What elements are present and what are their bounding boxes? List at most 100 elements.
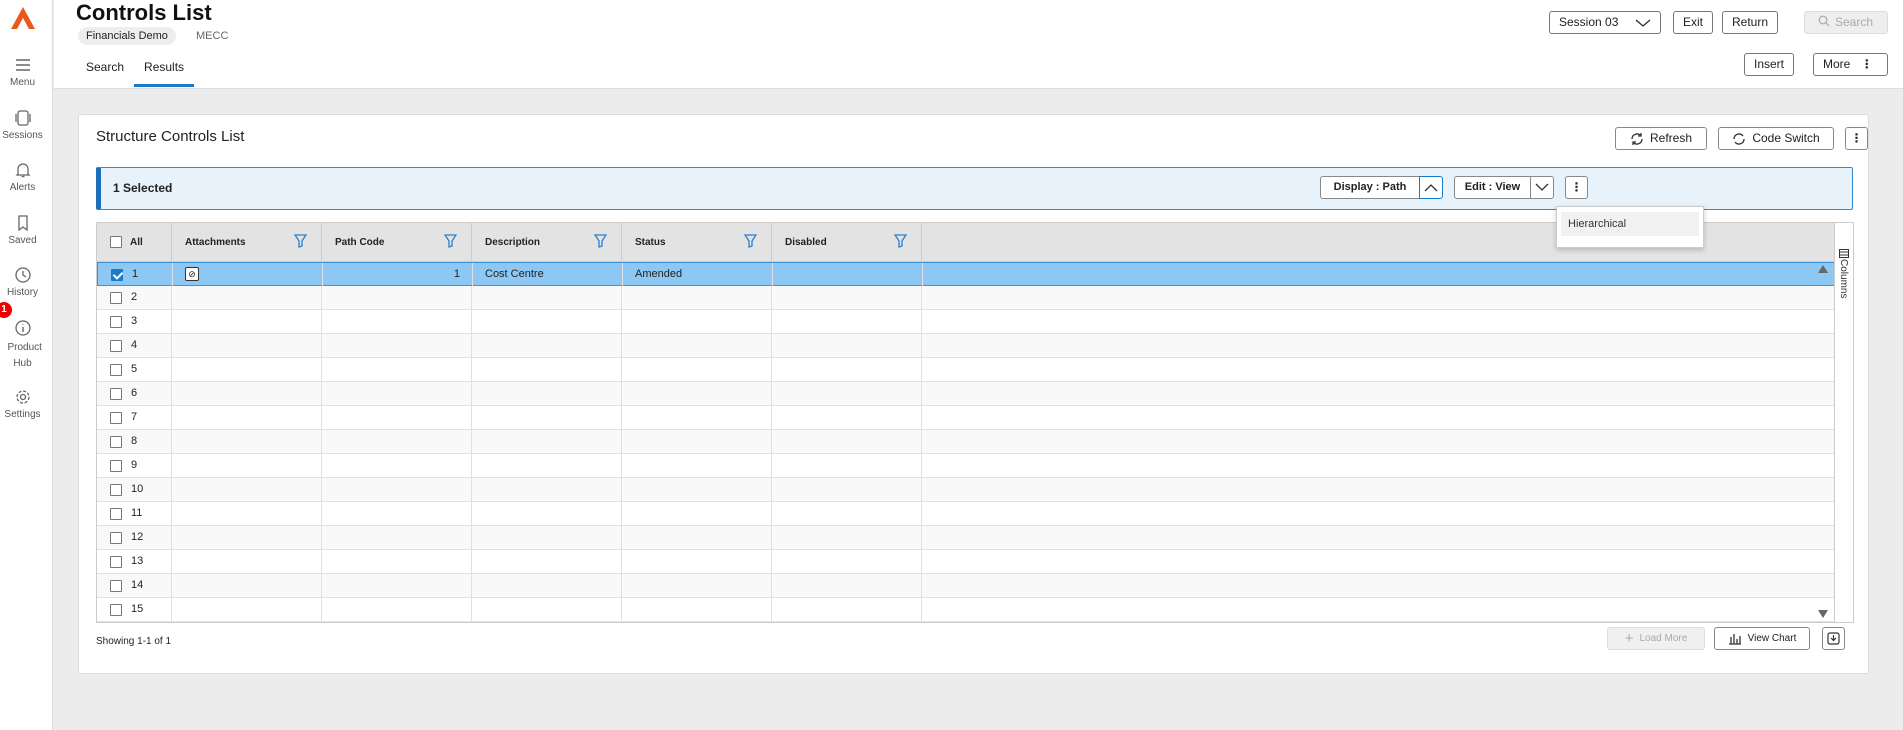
path-code-cell[interactable] — [322, 406, 472, 429]
column-header-description[interactable]: Description — [472, 223, 622, 262]
disabled-cell[interactable] — [772, 310, 922, 333]
disabled-cell[interactable] — [772, 550, 922, 573]
path-code-cell[interactable] — [322, 502, 472, 525]
path-code-cell[interactable] — [322, 454, 472, 477]
table-row[interactable]: 12 — [97, 526, 1835, 550]
attachments-cell[interactable] — [172, 478, 322, 501]
scroll-down-arrow-icon[interactable] — [1817, 609, 1829, 619]
rail-menu[interactable]: Menu — [0, 56, 45, 88]
attachments-cell[interactable] — [172, 502, 322, 525]
row-checkbox[interactable] — [110, 412, 122, 424]
rail-alerts[interactable]: Alerts — [0, 161, 45, 193]
filter-icon[interactable] — [594, 234, 607, 248]
insert-button[interactable]: Insert — [1744, 53, 1795, 76]
table-row[interactable]: 11 — [97, 502, 1835, 526]
row-checkbox[interactable] — [110, 340, 122, 352]
path-code-cell[interactable] — [322, 358, 472, 381]
description-cell[interactable]: Cost Centre — [473, 263, 623, 286]
status-cell[interactable] — [622, 598, 772, 621]
status-cell[interactable]: Amended — [623, 263, 773, 286]
rail-product-hub[interactable]: Product Hub — [0, 319, 45, 372]
column-header-status[interactable]: Status — [622, 223, 772, 262]
path-code-cell[interactable] — [322, 550, 472, 573]
filter-icon[interactable] — [894, 234, 907, 248]
status-cell[interactable] — [622, 406, 772, 429]
row-checkbox[interactable] — [111, 269, 123, 281]
attachments-cell[interactable] — [172, 382, 322, 405]
table-row[interactable]: 14 — [97, 574, 1835, 598]
description-cell[interactable] — [472, 574, 622, 597]
tab-results[interactable]: Results — [134, 56, 195, 87]
more-button[interactable]: More ⋮ — [1813, 53, 1888, 76]
row-checkbox[interactable] — [110, 388, 122, 400]
filter-icon[interactable] — [744, 234, 757, 248]
description-cell[interactable] — [472, 286, 622, 309]
app-logo-icon[interactable] — [10, 6, 36, 30]
scroll-up-arrow-icon[interactable] — [1817, 264, 1829, 274]
row-checkbox[interactable] — [110, 532, 122, 544]
description-cell[interactable] — [472, 454, 622, 477]
status-cell[interactable] — [622, 502, 772, 525]
table-row[interactable]: 3 — [97, 310, 1835, 334]
display-mode-button[interactable]: Display : Path — [1320, 176, 1420, 199]
attachments-cell[interactable]: ⊘ — [173, 263, 323, 286]
table-row[interactable]: 5 — [97, 358, 1835, 382]
description-cell[interactable] — [472, 598, 622, 621]
description-cell[interactable] — [472, 550, 622, 573]
status-cell[interactable] — [622, 286, 772, 309]
table-row[interactable]: 2 — [97, 286, 1835, 310]
table-row[interactable]: 9 — [97, 454, 1835, 478]
description-cell[interactable] — [472, 382, 622, 405]
path-code-cell[interactable] — [322, 310, 472, 333]
table-row[interactable]: 15 — [97, 598, 1835, 622]
description-cell[interactable] — [472, 502, 622, 525]
attachments-cell[interactable] — [172, 550, 322, 573]
attachments-cell[interactable] — [172, 358, 322, 381]
selection-options-button[interactable]: ⋮ — [1565, 176, 1588, 199]
session-select[interactable]: Session 03 — [1549, 11, 1661, 34]
attachments-cell[interactable] — [172, 526, 322, 549]
tab-search[interactable]: Search — [76, 56, 134, 87]
description-cell[interactable] — [472, 310, 622, 333]
search-button[interactable]: Search — [1804, 11, 1888, 34]
exit-button[interactable]: Exit — [1673, 11, 1714, 34]
dropdown-option-hierarchical[interactable]: Hierarchical — [1561, 212, 1699, 236]
row-checkbox[interactable] — [110, 316, 122, 328]
status-cell[interactable] — [622, 310, 772, 333]
table-row[interactable]: 1 ⊘ 1 Cost Centre Amended — [97, 262, 1835, 286]
status-cell[interactable] — [622, 382, 772, 405]
disabled-cell[interactable] — [772, 430, 922, 453]
description-cell[interactable] — [472, 358, 622, 381]
disabled-cell[interactable] — [772, 358, 922, 381]
load-more-button[interactable]: + Load More — [1607, 627, 1705, 650]
rail-history[interactable]: History — [0, 266, 45, 298]
disabled-cell[interactable] — [772, 454, 922, 477]
column-header-attachments[interactable]: Attachments — [172, 223, 322, 262]
attachments-cell[interactable] — [172, 598, 322, 621]
path-code-cell[interactable] — [322, 574, 472, 597]
table-row[interactable]: 13 — [97, 550, 1835, 574]
table-row[interactable]: 8 — [97, 430, 1835, 454]
attachment-icon[interactable]: ⊘ — [185, 267, 199, 281]
disabled-cell[interactable] — [772, 286, 922, 309]
status-cell[interactable] — [622, 574, 772, 597]
attachments-cell[interactable] — [172, 454, 322, 477]
status-cell[interactable] — [622, 526, 772, 549]
status-cell[interactable] — [622, 334, 772, 357]
filter-icon[interactable] — [294, 234, 307, 248]
path-code-cell[interactable] — [322, 526, 472, 549]
status-cell[interactable] — [622, 454, 772, 477]
status-cell[interactable] — [622, 550, 772, 573]
card-options-button[interactable]: ⋮ — [1845, 127, 1868, 150]
status-cell[interactable] — [622, 358, 772, 381]
row-checkbox[interactable] — [110, 292, 122, 304]
attachments-cell[interactable] — [172, 574, 322, 597]
disabled-cell[interactable] — [772, 334, 922, 357]
description-cell[interactable] — [472, 334, 622, 357]
path-code-cell[interactable]: 1 — [323, 263, 473, 286]
display-mode-toggle[interactable] — [1419, 176, 1443, 199]
attachments-cell[interactable] — [172, 406, 322, 429]
disabled-cell[interactable] — [772, 502, 922, 525]
rail-sessions[interactable]: Sessions — [0, 109, 45, 141]
column-header-disabled[interactable]: Disabled — [772, 223, 922, 262]
